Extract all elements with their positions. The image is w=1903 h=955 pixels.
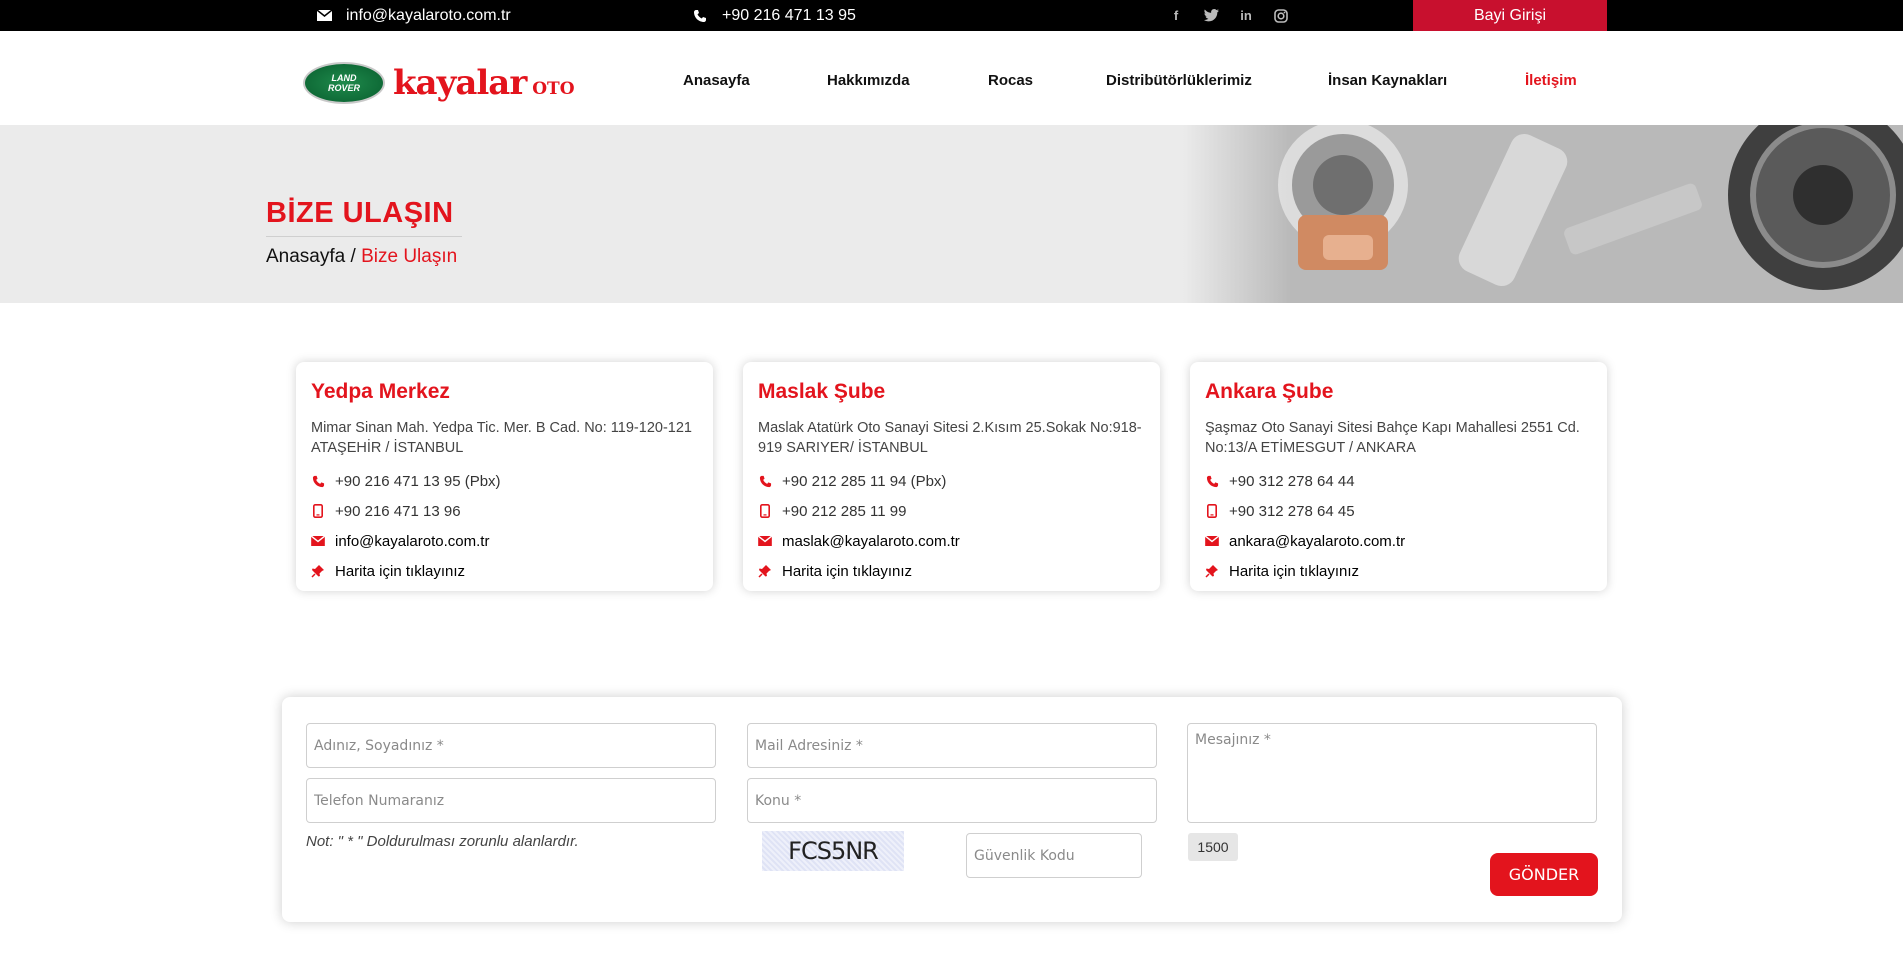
nav-hakkimizda[interactable]: Hakkımızda bbox=[827, 72, 910, 89]
mobile-phone-icon bbox=[311, 503, 325, 519]
send-button[interactable]: GÖNDER bbox=[1490, 853, 1598, 896]
breadcrumb: Anasayfa / Bize Ulaşın bbox=[266, 246, 457, 268]
branch-address: Mimar Sinan Mah. Yedpa Tic. Mer. B Cad. … bbox=[311, 420, 692, 456]
branch-mobile-text: +90 312 278 64 45 bbox=[1229, 502, 1355, 520]
nav-rocas[interactable]: Rocas bbox=[988, 72, 1033, 89]
topbar-phone[interactable]: +90 216 471 13 95 bbox=[692, 0, 856, 31]
social-links: f in bbox=[1168, 0, 1289, 31]
contact-form: Not: " * " Doldurulması zorunlu alanlard… bbox=[282, 697, 1622, 922]
nav-iletisim[interactable]: İletişim bbox=[1525, 72, 1577, 89]
land-rover-logo: LAND ROVER bbox=[303, 62, 385, 104]
title-underline bbox=[266, 236, 462, 237]
topbar-email[interactable]: info@kayalaroto.com.tr bbox=[316, 0, 511, 31]
phone-icon bbox=[692, 8, 708, 24]
twitter-icon[interactable] bbox=[1203, 8, 1219, 24]
branch-mobile[interactable]: +90 216 471 13 96 bbox=[311, 496, 698, 526]
instagram-icon[interactable] bbox=[1273, 8, 1289, 24]
branch-email-text: ankara@kayalaroto.com.tr bbox=[1229, 532, 1406, 550]
breadcrumb-current: Bize Ulaşın bbox=[361, 246, 458, 267]
brand-name: kayalar bbox=[393, 63, 527, 103]
branch-address: Şaşmaz Oto Sanayi Sitesi Bahçe Kapı Maha… bbox=[1205, 420, 1580, 456]
branch-map-text: Harita için tıklayınız bbox=[782, 562, 913, 580]
branch-map-text: Harita için tıklayınız bbox=[335, 562, 466, 580]
pin-icon bbox=[758, 563, 772, 579]
nav-insan-kaynaklari[interactable]: İnsan Kaynakları bbox=[1328, 72, 1447, 89]
envelope-icon bbox=[316, 8, 332, 24]
branch-map-link[interactable]: Harita için tıklayınız bbox=[311, 556, 698, 586]
logo-badge-line1: LAND bbox=[331, 73, 357, 83]
branch-email[interactable]: ankara@kayalaroto.com.tr bbox=[1205, 526, 1592, 556]
branch-map-link[interactable]: Harita için tıklayınız bbox=[1205, 556, 1592, 586]
message-textarea[interactable] bbox=[1187, 723, 1597, 823]
required-fields-note: Not: " * " Doldurulması zorunlu alanlard… bbox=[306, 833, 579, 850]
email-input[interactable] bbox=[747, 723, 1157, 768]
captcha-image: FCS5NR bbox=[762, 831, 904, 871]
site-header: LAND ROVER kayalar OTO Anasayfa Hakkımız… bbox=[0, 31, 1903, 125]
phone-icon bbox=[1205, 473, 1219, 489]
branch-card-ankara: Ankara Şube Şaşmaz Oto Sanayi Sitesi Bah… bbox=[1190, 362, 1607, 591]
branch-map-link[interactable]: Harita için tıklayınız bbox=[758, 556, 1145, 586]
branch-phone[interactable]: +90 216 471 13 95 (Pbx) bbox=[311, 466, 698, 496]
envelope-icon bbox=[1205, 533, 1219, 549]
envelope-icon bbox=[311, 533, 325, 549]
breadcrumb-separator: / bbox=[350, 246, 356, 267]
branch-phone[interactable]: +90 312 278 64 44 bbox=[1205, 466, 1592, 496]
mobile-phone-icon bbox=[1205, 503, 1219, 519]
logo-badge-line2: ROVER bbox=[327, 83, 360, 93]
topbar-email-text: info@kayalaroto.com.tr bbox=[346, 6, 511, 24]
linkedin-icon[interactable]: in bbox=[1238, 8, 1254, 24]
mobile-phone-icon bbox=[758, 503, 772, 519]
branch-phone-text: +90 212 285 11 94 (Pbx) bbox=[782, 472, 947, 490]
branch-mobile[interactable]: +90 212 285 11 99 bbox=[758, 496, 1145, 526]
phone-icon bbox=[311, 473, 325, 489]
branch-name: Maslak Şube bbox=[758, 380, 886, 403]
nav-distributorluklerimiz[interactable]: Distribütörlüklerimiz bbox=[1106, 72, 1252, 89]
facebook-icon[interactable]: f bbox=[1168, 8, 1184, 24]
subject-input[interactable] bbox=[747, 778, 1157, 823]
top-bar: info@kayalaroto.com.tr +90 216 471 13 95… bbox=[0, 0, 1903, 31]
phone-input[interactable] bbox=[306, 778, 716, 823]
branch-name: Ankara Şube bbox=[1205, 380, 1334, 403]
branch-phone-text: +90 312 278 64 44 bbox=[1229, 472, 1355, 490]
branch-name: Yedpa Merkez bbox=[311, 380, 450, 403]
branch-mobile-text: +90 212 285 11 99 bbox=[782, 502, 907, 520]
branch-email[interactable]: maslak@kayalaroto.com.tr bbox=[758, 526, 1145, 556]
breadcrumb-home[interactable]: Anasayfa bbox=[266, 246, 345, 267]
brand-suffix: OTO bbox=[532, 79, 575, 99]
pin-icon bbox=[1205, 563, 1219, 579]
branch-mobile[interactable]: +90 312 278 64 45 bbox=[1205, 496, 1592, 526]
security-code-input[interactable] bbox=[966, 833, 1142, 878]
auto-parts-banner-image bbox=[1183, 125, 1903, 303]
branch-card-yedpa: Yedpa Merkez Mimar Sinan Mah. Yedpa Tic.… bbox=[296, 362, 713, 591]
dealer-login-button[interactable]: Bayi Girişi bbox=[1413, 0, 1607, 31]
branch-map-text: Harita için tıklayınız bbox=[1229, 562, 1360, 580]
branch-phone-text: +90 216 471 13 95 (Pbx) bbox=[335, 472, 501, 490]
topbar-phone-text: +90 216 471 13 95 bbox=[722, 6, 856, 24]
branch-email-text: info@kayalaroto.com.tr bbox=[335, 532, 490, 550]
branch-mobile-text: +90 216 471 13 96 bbox=[335, 502, 461, 520]
name-input[interactable] bbox=[306, 723, 716, 768]
site-logo[interactable]: LAND ROVER kayalar OTO bbox=[303, 59, 585, 107]
phone-icon bbox=[758, 473, 772, 489]
branch-card-maslak: Maslak Şube Maslak Atatürk Oto Sanayi Si… bbox=[743, 362, 1160, 591]
branch-email-text: maslak@kayalaroto.com.tr bbox=[782, 532, 960, 550]
pin-icon bbox=[311, 563, 325, 579]
page-title: BİZE ULAŞIN bbox=[266, 197, 454, 229]
nav-anasayfa[interactable]: Anasayfa bbox=[683, 72, 750, 89]
char-counter: 1500 bbox=[1188, 833, 1238, 861]
branch-email[interactable]: info@kayalaroto.com.tr bbox=[311, 526, 698, 556]
branch-address: Maslak Atatürk Oto Sanayi Sitesi 2.Kısım… bbox=[758, 420, 1142, 456]
envelope-icon bbox=[758, 533, 772, 549]
branch-phone[interactable]: +90 212 285 11 94 (Pbx) bbox=[758, 466, 1145, 496]
